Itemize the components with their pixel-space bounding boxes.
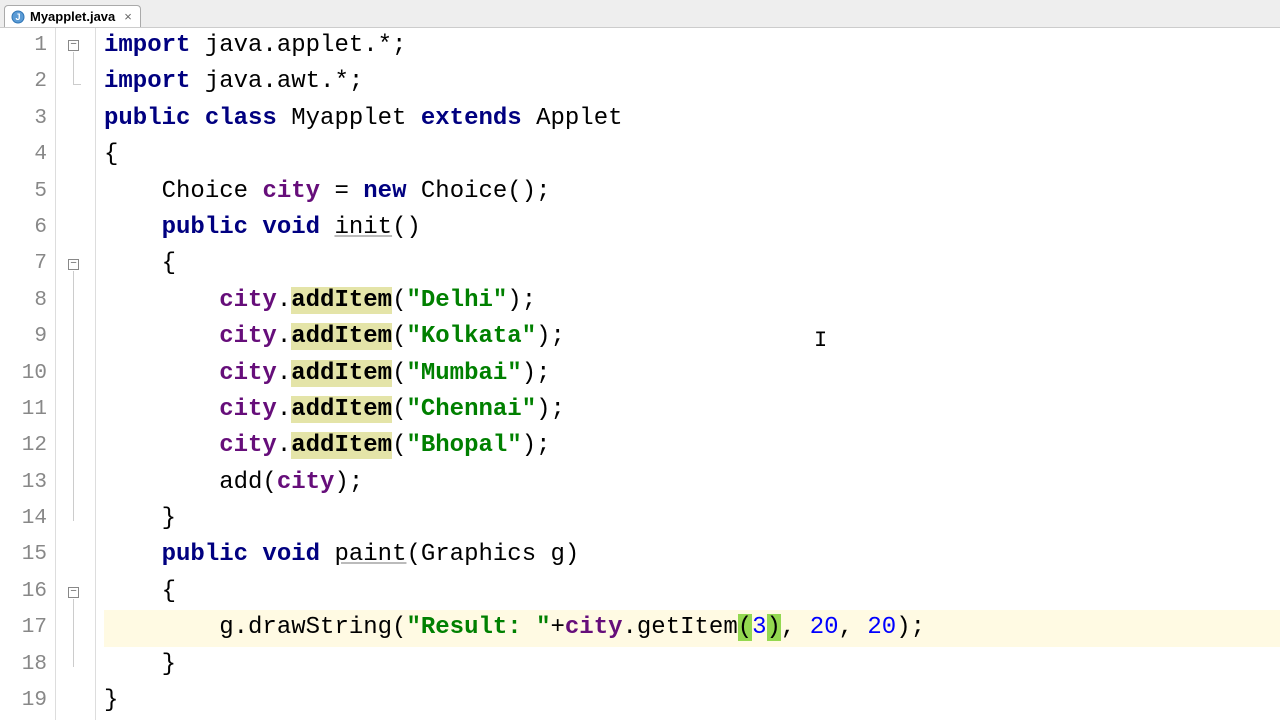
close-icon[interactable]: ×: [124, 9, 132, 24]
code-line: add(city);: [104, 465, 1280, 501]
svg-text:J: J: [15, 12, 20, 22]
line-number: 10: [0, 356, 47, 392]
code-line: public void init(): [104, 210, 1280, 246]
code-line: city.addItem("Mumbai");: [104, 356, 1280, 392]
text-cursor-icon: I: [814, 323, 827, 359]
fold-toggle[interactable]: −: [68, 259, 79, 270]
tab-filename: Myapplet.java: [30, 9, 115, 24]
fold-column: − − −: [56, 28, 96, 720]
fold-guide: [73, 271, 74, 521]
code-line: {: [104, 137, 1280, 173]
line-number: 4: [0, 137, 47, 173]
fold-guide: [73, 52, 74, 84]
line-number: 12: [0, 428, 47, 464]
line-number: 16: [0, 574, 47, 610]
line-number: 9: [0, 319, 47, 355]
fold-toggle[interactable]: −: [68, 40, 79, 51]
line-number: 14: [0, 501, 47, 537]
code-line: city.addItem("Kolkata");I: [104, 319, 1280, 355]
editor-tab[interactable]: J Myapplet.java ×: [4, 5, 141, 27]
tab-bar: J Myapplet.java ×: [0, 0, 1280, 28]
line-number: 2: [0, 64, 47, 100]
line-number: 13: [0, 465, 47, 501]
code-line: import java.applet.*;: [104, 28, 1280, 64]
code-line: Choice city = new Choice();: [104, 174, 1280, 210]
code-line-current: g.drawString("Result: "+city.getItem(3),…: [104, 610, 1280, 646]
line-number: 8: [0, 283, 47, 319]
code-line: {: [104, 246, 1280, 282]
line-number: 15: [0, 537, 47, 573]
code-line: import java.awt.*;: [104, 64, 1280, 100]
fold-guide: [73, 84, 81, 85]
line-number: 19: [0, 683, 47, 719]
line-number: 3: [0, 101, 47, 137]
line-number: 5: [0, 174, 47, 210]
fold-toggle[interactable]: −: [68, 587, 79, 598]
line-number-gutter: 1 2 3 4 5 6 7 8 9 10 11 12 13 14 15 16 1…: [0, 28, 56, 720]
line-number: 11: [0, 392, 47, 428]
code-line: }: [104, 683, 1280, 719]
editor-area: 1 2 3 4 5 6 7 8 9 10 11 12 13 14 15 16 1…: [0, 28, 1280, 720]
code-line: city.addItem("Chennai");: [104, 392, 1280, 428]
code-line: }: [104, 647, 1280, 683]
code-line: city.addItem("Delhi");: [104, 283, 1280, 319]
line-number: 7: [0, 246, 47, 282]
code-line: public void paint(Graphics g): [104, 537, 1280, 573]
java-class-icon: J: [11, 10, 25, 24]
code-area[interactable]: import java.applet.*; import java.awt.*;…: [96, 28, 1280, 720]
line-number: 17: [0, 610, 47, 646]
fold-guide: [73, 599, 74, 667]
line-number: 6: [0, 210, 47, 246]
code-line: }: [104, 501, 1280, 537]
code-line: public class Myapplet extends Applet: [104, 101, 1280, 137]
line-number: 1: [0, 28, 47, 64]
code-line: {: [104, 574, 1280, 610]
code-line: city.addItem("Bhopal");: [104, 428, 1280, 464]
line-number: 18: [0, 647, 47, 683]
